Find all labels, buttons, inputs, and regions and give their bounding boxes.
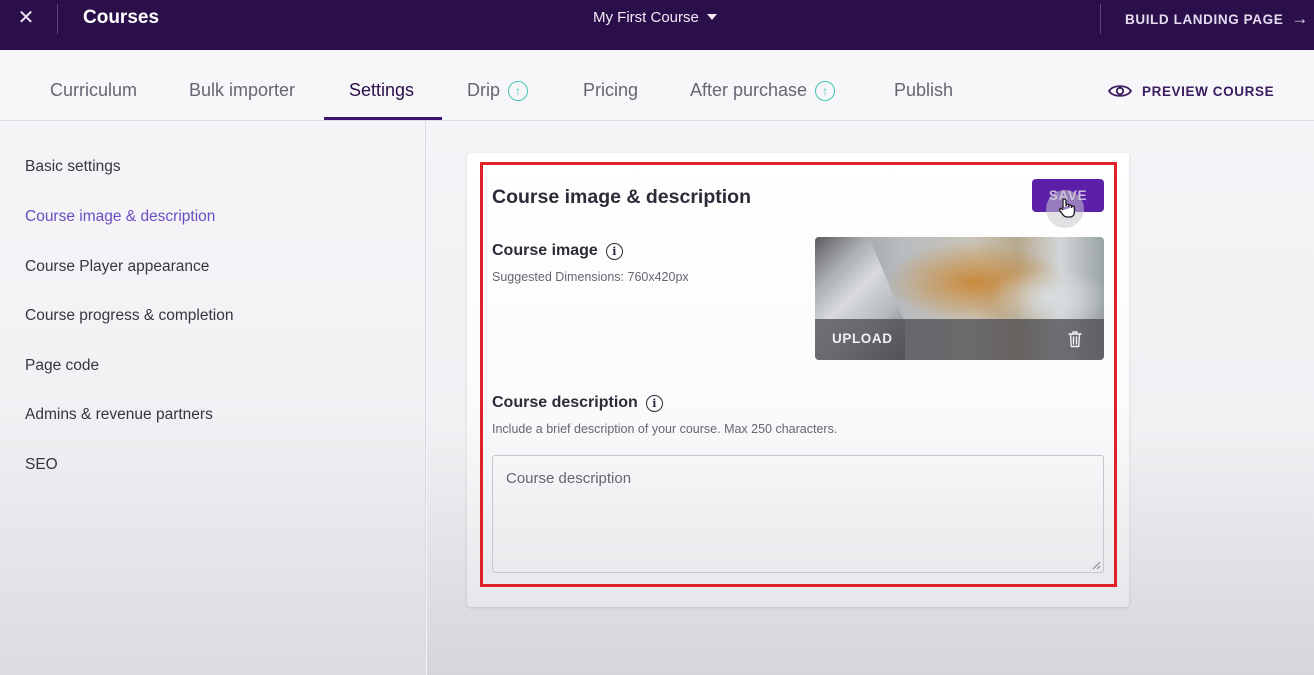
caret-down-icon bbox=[706, 13, 717, 20]
sidebar-item-page-code[interactable]: Page code bbox=[25, 357, 99, 375]
tab-label: After purchase bbox=[690, 80, 808, 100]
active-tab-indicator bbox=[324, 117, 442, 120]
sidebar-item-player-appearance[interactable]: Course Player appearance bbox=[25, 258, 209, 276]
sidebar-item-seo[interactable]: SEO bbox=[25, 456, 58, 474]
build-landing-page-label: BUILD LANDING PAGE bbox=[1125, 11, 1284, 27]
settings-sidebar bbox=[0, 121, 426, 675]
course-selector[interactable]: My First Course bbox=[593, 9, 717, 26]
sidebar-item-progress-completion[interactable]: Course progress & completion bbox=[25, 307, 234, 325]
topbar-divider bbox=[57, 4, 58, 34]
sidebar-item-basic-settings[interactable]: Basic settings bbox=[25, 158, 121, 176]
tab-pricing[interactable]: Pricing bbox=[583, 80, 638, 101]
tab-label: Publish bbox=[894, 80, 954, 100]
tab-bulk-importer[interactable]: Bulk importer bbox=[189, 80, 295, 101]
top-bar: ✕ Courses My First Course BUILD LANDING … bbox=[0, 0, 1314, 50]
preview-course-button[interactable]: PREVIEW COURSE bbox=[1108, 83, 1274, 99]
sidebar-item-course-image[interactable]: Course image & description bbox=[25, 208, 215, 226]
app-title: Courses bbox=[83, 7, 160, 28]
tab-publish[interactable]: Publish bbox=[894, 80, 953, 101]
eye-icon bbox=[1108, 85, 1132, 97]
tab-label: Bulk importer bbox=[189, 80, 296, 100]
topbar-divider bbox=[1100, 4, 1101, 34]
sidebar-item-admins-revenue[interactable]: Admins & revenue partners bbox=[25, 406, 213, 424]
tab-bar: Curriculum Bulk importer Settings Drip ↑… bbox=[0, 50, 1314, 121]
tab-drip[interactable]: Drip ↑ bbox=[467, 80, 529, 101]
preview-course-label: PREVIEW COURSE bbox=[1142, 83, 1275, 99]
tab-label: Pricing bbox=[583, 80, 639, 100]
tab-label: Settings bbox=[349, 80, 415, 100]
close-icon[interactable]: ✕ bbox=[14, 6, 38, 30]
build-landing-page-button[interactable]: BUILD LANDING PAGE → bbox=[1125, 9, 1309, 29]
tab-curriculum[interactable]: Curriculum bbox=[50, 80, 137, 101]
tab-settings[interactable]: Settings bbox=[349, 80, 414, 101]
highlight-box bbox=[480, 162, 1117, 587]
upgrade-arrow-icon: ↑ bbox=[508, 80, 529, 101]
course-selector-label: My First Course bbox=[593, 9, 699, 26]
tab-label: Drip bbox=[467, 80, 501, 100]
upgrade-arrow-icon: ↑ bbox=[815, 80, 836, 101]
tab-after-purchase[interactable]: After purchase ↑ bbox=[690, 80, 836, 101]
tab-label: Curriculum bbox=[50, 80, 138, 100]
arrow-right-icon: → bbox=[1291, 9, 1309, 28]
